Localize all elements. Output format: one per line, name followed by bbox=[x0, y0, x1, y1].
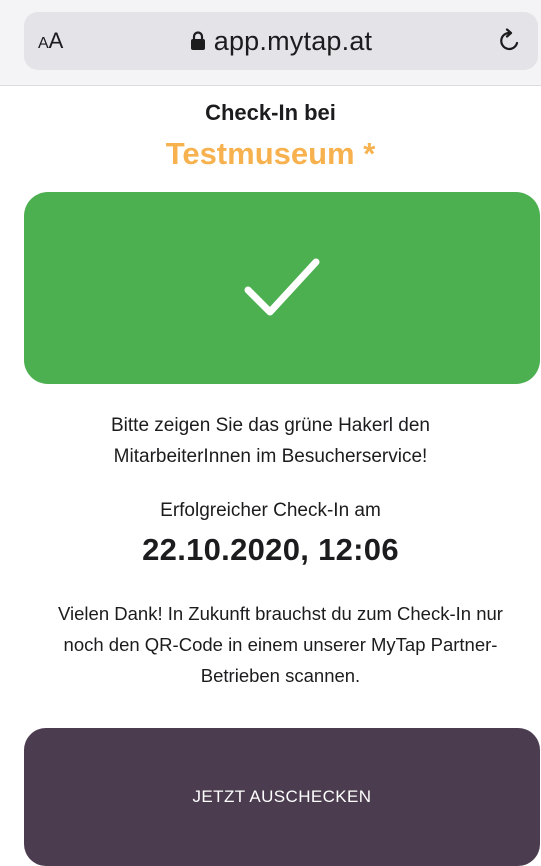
checkmark-icon bbox=[244, 258, 320, 316]
reload-icon[interactable] bbox=[496, 27, 524, 55]
checkin-heading: Check-In bei bbox=[205, 100, 336, 125]
thanks-line: Betrieben scannen. bbox=[200, 665, 361, 686]
url-field[interactable]: AA app.mytap.at bbox=[24, 12, 538, 70]
url-display: app.mytap.at bbox=[24, 12, 538, 70]
checkin-timestamp: 22.10.2020, 12:06 bbox=[142, 532, 399, 567]
thanks-line: Vielen Dank! In Zukunft brauchst du zum … bbox=[58, 603, 503, 624]
instruction-line: Bitte zeigen Sie das grüne Hakerl den bbox=[111, 415, 430, 436]
thanks-text: Vielen Dank! In Zukunft brauchst du zum … bbox=[20, 598, 541, 691]
checkin-page: Check-In bei Testmuseum * Bitte zeigen S… bbox=[0, 86, 541, 866]
instruction-line: MitarbeiterInnen im Besucherservice! bbox=[113, 446, 428, 467]
url-text: app.mytap.at bbox=[213, 25, 373, 56]
checkout-button[interactable]: JETZT AUSCHECKEN bbox=[24, 728, 540, 866]
thanks-line: noch den QR-Code in einem unserer MyTap … bbox=[63, 634, 498, 655]
instruction-text: Bitte zeigen Sie das grüne Hakerl den Mi… bbox=[60, 410, 481, 472]
lock-icon bbox=[190, 31, 205, 50]
success-label: Erfolgreicher Check-In am bbox=[160, 500, 381, 521]
browser-address-bar: AA app.mytap.at bbox=[0, 0, 541, 86]
venue-name: Testmuseum * bbox=[165, 136, 376, 171]
success-card bbox=[24, 192, 540, 384]
